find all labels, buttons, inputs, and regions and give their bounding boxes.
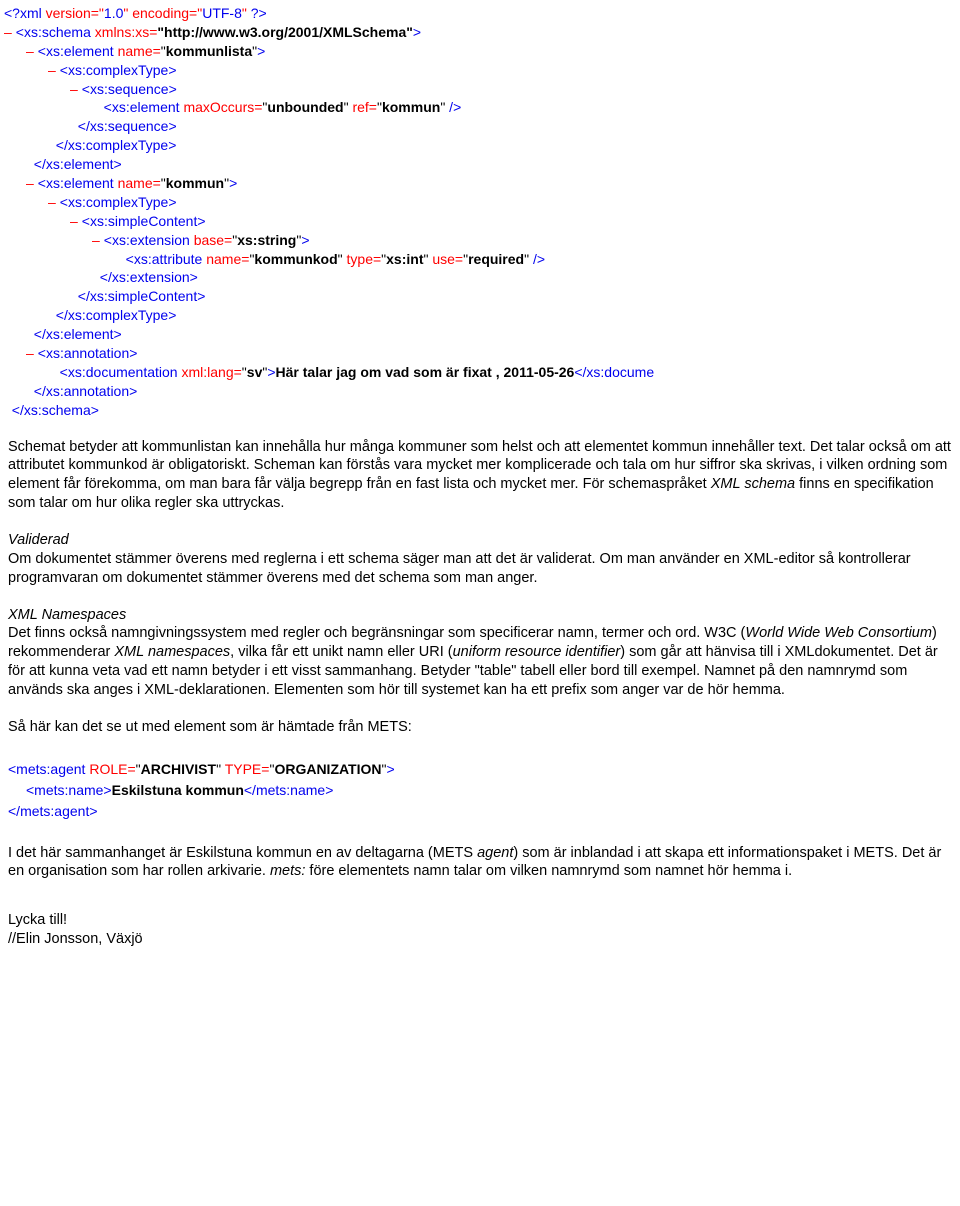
paragraph-namespaces: XML NamespacesDet finns också namngivnin…: [8, 606, 952, 700]
document-body: Schemat betyder att kommunlistan kan inn…: [0, 420, 960, 949]
signature: Lycka till!//Elin Jonsson, Växjö: [8, 911, 952, 949]
mets-snippet: <mets:agent ROLE="ARCHIVIST" TYPE="ORGAN…: [8, 755, 952, 826]
xml-schema-code: <?xml version="1.0" encoding="UTF-8" ?> …: [0, 0, 960, 420]
heading-namespaces: XML Namespaces: [8, 607, 126, 623]
paragraph-mets-context: I det här sammanhanget är Eskilstuna kom…: [8, 844, 952, 882]
paragraph-schema-meaning: Schemat betyder att kommunlistan kan inn…: [8, 438, 952, 513]
paragraph-mets-intro: Så här kan det se ut med element som är …: [8, 718, 952, 737]
heading-validerad: Validerad: [8, 532, 69, 548]
paragraph-validerad: ValideradOm dokumentet stämmer överens m…: [8, 531, 952, 588]
